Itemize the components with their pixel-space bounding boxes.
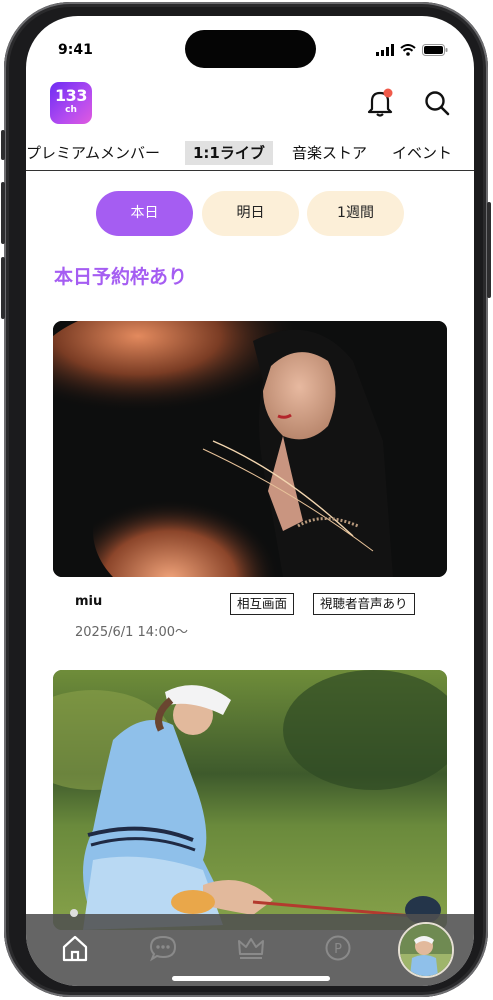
mute-switch — [1, 130, 5, 160]
performer-photo[interactable] — [53, 321, 447, 577]
signal-icon — [376, 44, 394, 56]
volume-down-button — [1, 257, 5, 319]
home-indicator — [172, 976, 330, 981]
notification-badge — [383, 88, 393, 98]
notification-bell-icon[interactable] — [366, 88, 394, 118]
filter-tomorrow[interactable]: 明日 — [202, 191, 299, 236]
logo-number: 133 — [55, 86, 87, 105]
search-icon[interactable] — [423, 88, 451, 118]
tag-mutual-screen: 相互画面 — [230, 593, 295, 615]
section-title: 本日予約枠あり — [54, 266, 188, 288]
tab-one-on-one-live[interactable]: 1:1ライブ — [185, 141, 273, 165]
phone-frame: 9:41 133 ch プレミアムメンバー 1:1ライブ 音楽ストア イベント … — [1, 2, 491, 997]
category-tabs: プレミアムメンバー 1:1ライブ 音楽ストア イベント — [26, 136, 474, 171]
tab-premium-member[interactable]: プレミアムメンバー — [26, 141, 160, 165]
performer-photo-2[interactable] — [53, 670, 447, 930]
tab-event[interactable]: イベント — [392, 141, 452, 165]
app-logo[interactable]: 133 ch — [50, 82, 92, 124]
chat-icon[interactable] — [147, 932, 179, 964]
profile-avatar[interactable] — [398, 922, 454, 978]
reservation-datetime: 2025/6/1 14:00〜 — [75, 625, 188, 640]
filter-today[interactable]: 本日 — [96, 191, 193, 236]
performer-photo-2-art — [53, 670, 447, 930]
wifi-icon — [400, 44, 416, 56]
volume-up-button — [1, 182, 5, 244]
points-symbol: P — [334, 942, 342, 957]
status-icons — [376, 44, 448, 56]
profile-avatar-image — [400, 924, 452, 976]
battery-icon — [422, 44, 448, 56]
crown-icon[interactable] — [235, 932, 267, 964]
status-time: 9:41 — [58, 42, 93, 58]
points-icon[interactable]: P — [322, 932, 354, 964]
tag-viewer-audio: 視聴者音声あり — [313, 593, 415, 615]
screen: 9:41 133 ch プレミアムメンバー 1:1ライブ 音楽ストア イベント … — [26, 16, 474, 986]
home-icon[interactable] — [59, 932, 91, 964]
tab-music-store[interactable]: 音楽ストア — [292, 141, 367, 165]
active-indicator — [70, 909, 78, 917]
dynamic-island — [185, 30, 316, 68]
logo-suffix: ch — [65, 105, 77, 115]
power-button — [487, 202, 491, 298]
performer-photo-art — [53, 321, 447, 577]
performer-name: miu — [75, 594, 103, 609]
filter-one-week[interactable]: 1週間 — [307, 191, 404, 236]
